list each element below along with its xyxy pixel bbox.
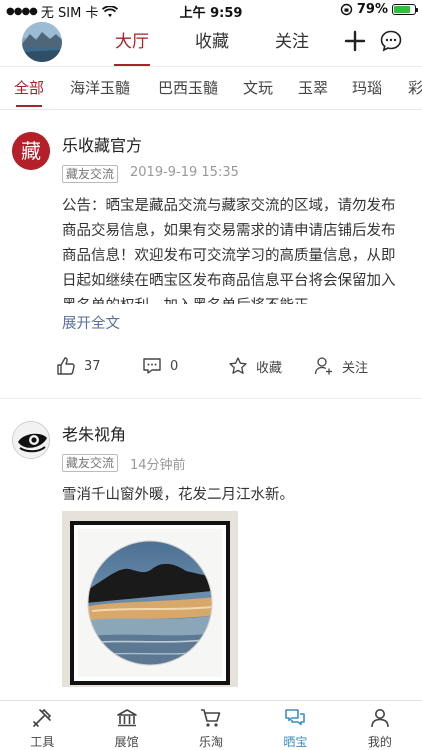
top-tab-0[interactable]: 大厅 — [92, 20, 172, 66]
comment-icon — [143, 358, 161, 374]
tabbar-item-0[interactable]: 工具 — [0, 701, 84, 750]
user-avatar[interactable] — [22, 22, 62, 62]
tabbar-label: 我的 — [367, 735, 392, 749]
chat-bubble-icon[interactable] — [379, 29, 403, 53]
status-bar: ●●●● 无 SIM 卡 上午 9:59 79% — [0, 0, 422, 21]
top-tabs: 大厅 收藏 关注 — [92, 20, 332, 66]
follow-button[interactable]: 关注 — [314, 356, 368, 376]
official-avatar[interactable]: 藏 — [12, 132, 50, 170]
user-icon — [371, 709, 389, 728]
category-bar: 全部 海洋玉髓 巴西玉髓 文玩 玉翠 玛瑙彩 — [0, 66, 422, 110]
category-tab-0[interactable]: 全部 — [14, 67, 44, 109]
tabbar-label: 乐淘 — [199, 735, 224, 749]
rotation-lock-icon — [340, 3, 353, 16]
chat-bubbles-icon — [285, 709, 306, 726]
category-tab-6[interactable]: 彩 — [408, 67, 422, 109]
tabbar-item-4[interactable]: 我的 — [338, 701, 422, 750]
battery-percent: 79% — [356, 2, 388, 17]
comment-count: 0 — [170, 358, 179, 374]
museum-icon — [116, 709, 137, 727]
favorite-button[interactable]: 收藏 — [228, 356, 282, 376]
tabbar-label: 工具 — [30, 735, 55, 749]
post-image[interactable] — [62, 511, 238, 687]
star-icon — [229, 357, 247, 374]
tabbar-item-3[interactable]: 晒宝 — [253, 701, 337, 750]
author-avatar[interactable] — [12, 421, 50, 459]
tabbar-label: 展馆 — [114, 735, 139, 749]
category-tab-1[interactable]: 海洋玉髓 — [70, 67, 130, 109]
category-tab-4[interactable]: 玉翠 — [298, 67, 328, 109]
like-count: 37 — [84, 358, 101, 374]
feed-post: 藏 乐收藏官方 藏友交流 2019-9-19 15:35 公告：晒宝是藏品交流与… — [0, 110, 422, 400]
feed-post: 老朱视角 藏友交流 14分钟前 雪消千山窗外暖，花发二月江水新。 — [0, 399, 422, 699]
bottom-tab-bar: 工具 展馆 乐淘 晒宝 我的 — [0, 700, 422, 750]
post-author[interactable]: 老朱视角 — [62, 421, 126, 445]
follow-label: 关注 — [342, 360, 369, 376]
tabbar-item-1[interactable]: 展馆 — [84, 701, 168, 750]
plus-icon[interactable] — [344, 30, 366, 52]
post-time: 2019-9-19 15:35 — [130, 165, 239, 180]
thumb-up-icon — [57, 357, 75, 375]
category-tab-3[interactable]: 文玩 — [243, 67, 273, 109]
post-actions: 37 0 收藏 关注 — [0, 356, 422, 386]
post-tag: 藏友交流 — [62, 454, 119, 472]
like-button[interactable]: 37 — [56, 356, 101, 376]
category-tab-5[interactable]: 玛瑙 — [352, 67, 382, 109]
post-tag: 藏友交流 — [62, 165, 119, 183]
post-author[interactable]: 乐收藏官方 — [62, 132, 142, 156]
svg-text:藏: 藏 — [21, 139, 41, 163]
add-user-icon — [314, 357, 332, 375]
post-time: 14分钟前 — [130, 458, 186, 473]
cart-icon — [201, 709, 221, 727]
status-right: 79% — [340, 2, 418, 17]
battery-icon — [392, 4, 418, 15]
comment-button[interactable]: 0 — [142, 356, 178, 376]
top-tab-2[interactable]: 关注 — [252, 20, 332, 66]
top-tab-1[interactable]: 收藏 — [172, 20, 252, 66]
expand-link[interactable]: 展开全文 — [62, 312, 120, 333]
tools-icon — [33, 708, 52, 727]
tabbar-item-2[interactable]: 乐淘 — [169, 701, 253, 750]
category-tab-2[interactable]: 巴西玉髓 — [158, 67, 218, 109]
top-nav: 大厅 收藏 关注 — [0, 20, 422, 66]
favorite-label: 收藏 — [256, 360, 283, 376]
post-text: 雪消千山窗外暖，花发二月江水新。 — [62, 487, 294, 503]
tabbar-label: 晒宝 — [283, 735, 308, 749]
post-text: 公告：晒宝是藏品交流与藏家交流的区域，请勿发布商品交易信息，如果有交易需求的请申… — [62, 198, 396, 304]
